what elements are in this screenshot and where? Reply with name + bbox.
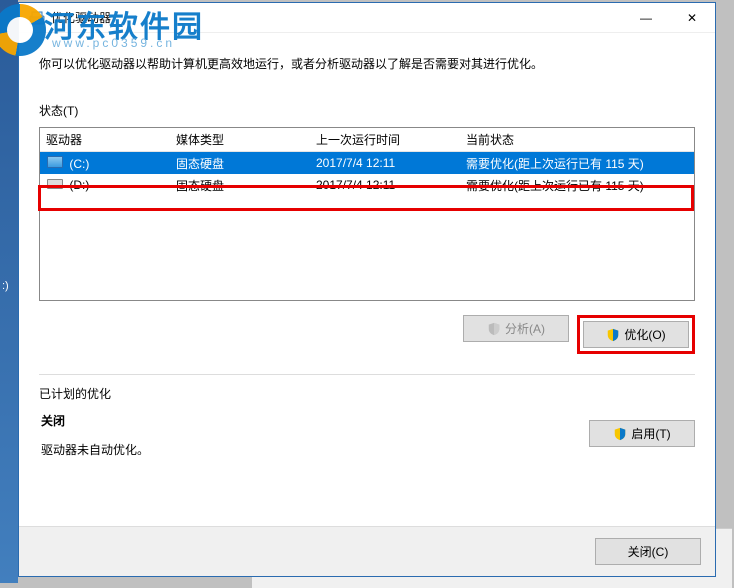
enable-button[interactable]: 启用(T) (589, 420, 695, 447)
close-label: 关闭(C) (628, 543, 669, 560)
col-drive[interactable]: 驱动器 (40, 131, 170, 148)
col-media[interactable]: 媒体类型 (170, 131, 310, 148)
minimize-button[interactable]: — (623, 3, 669, 33)
optimize-button[interactable]: 优化(O) (583, 321, 689, 348)
drive-icon (46, 179, 64, 189)
last-run: 2017/7/4 12:11 (310, 156, 460, 170)
shield-icon (487, 322, 501, 336)
analyze-label: 分析(A) (505, 320, 545, 337)
close-button[interactable]: ✕ (669, 3, 715, 33)
optimize-drives-window: 优化驱动器 — ✕ 你可以优化驱动器以帮助计算机更高效地运行，或者分析驱动器以了… (18, 2, 716, 577)
titlebar[interactable]: 优化驱动器 — ✕ (19, 3, 715, 33)
shield-icon (613, 427, 627, 441)
col-lastrun[interactable]: 上一次运行时间 (310, 131, 460, 148)
action-buttons: 分析(A) 优化(O) (39, 315, 695, 354)
schedule-status-title: 关闭 (41, 412, 589, 429)
footer: 关闭(C) (19, 526, 715, 576)
media-type: 固态硬盘 (170, 155, 310, 172)
analyze-button[interactable]: 分析(A) (463, 315, 569, 342)
table-row[interactable]: (D:) 固态硬盘 2017/7/4 12:11 需要优化(距上次运行已有 11… (40, 174, 694, 196)
highlight-optimize: 优化(O) (577, 315, 695, 354)
current-state: 需要优化(距上次运行已有 115 天) (460, 155, 694, 172)
media-type: 固态硬盘 (170, 177, 310, 194)
schedule-section-label: 已计划的优化 (39, 385, 695, 402)
desktop-left-strip: :) (0, 0, 18, 583)
schedule-block: 关闭 驱动器未自动优化。 启用(T) (39, 410, 695, 458)
schedule-status-sub: 驱动器未自动优化。 (41, 441, 589, 458)
last-run: 2017/7/4 12:11 (310, 178, 460, 192)
content-area: 你可以优化驱动器以帮助计算机更高效地运行，或者分析驱动器以了解是否需要对其进行优… (19, 33, 715, 470)
leftstrip-text: :) (2, 280, 9, 292)
schedule-buttons: 启用(T) (589, 420, 695, 447)
col-state[interactable]: 当前状态 (460, 131, 694, 148)
table-header: 驱动器 媒体类型 上一次运行时间 当前状态 (40, 128, 694, 152)
current-state: 需要优化(距上次运行已有 115 天) (460, 177, 694, 194)
optimize-label: 优化(O) (624, 326, 665, 343)
drive-name: (D:) (69, 178, 89, 192)
drive-icon (46, 156, 64, 168)
window-title: 优化驱动器 (51, 9, 623, 26)
status-label: 状态(T) (39, 102, 695, 119)
drive-name: (C:) (69, 157, 89, 171)
shield-icon (606, 328, 620, 342)
description-text: 你可以优化驱动器以帮助计算机更高效地运行，或者分析驱动器以了解是否需要对其进行优… (39, 55, 695, 72)
drives-table[interactable]: 驱动器 媒体类型 上一次运行时间 当前状态 (C:) 固态硬盘 2017/7/4… (39, 127, 695, 301)
app-icon (29, 10, 45, 26)
table-row[interactable]: (C:) 固态硬盘 2017/7/4 12:11 需要优化(距上次运行已有 11… (40, 152, 694, 174)
enable-label: 启用(T) (631, 425, 670, 442)
divider (39, 374, 695, 375)
close-dialog-button[interactable]: 关闭(C) (595, 538, 701, 565)
